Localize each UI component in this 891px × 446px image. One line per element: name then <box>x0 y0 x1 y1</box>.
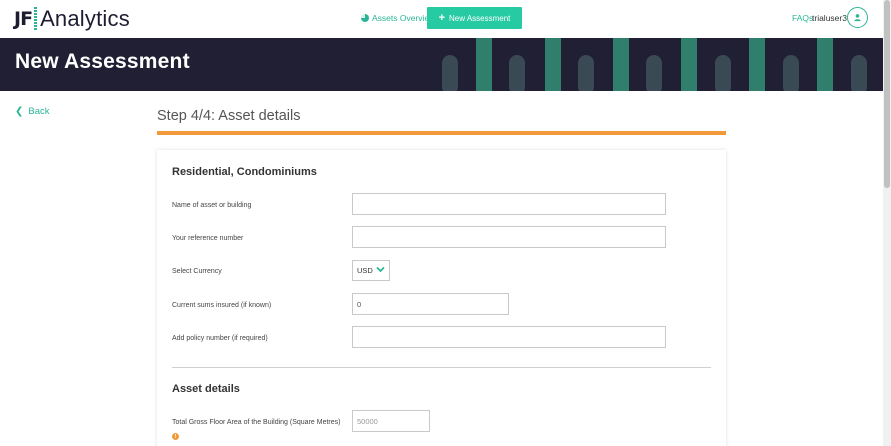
faqs-link[interactable]: FAQs <box>792 13 813 23</box>
back-label: Back <box>28 106 50 117</box>
brand-name: Analytics <box>40 6 130 31</box>
username: trialuser3 <box>812 13 847 23</box>
new-assessment-button[interactable]: + New Assessment <box>427 7 522 29</box>
asset-form-card: Residential, Condominiums Name of asset … <box>157 150 726 446</box>
banner-decoration <box>442 38 867 91</box>
page-scrollbar[interactable] <box>883 0 891 446</box>
reference-number-label: Your reference number <box>172 235 244 242</box>
gross-floor-area-input[interactable]: 50000 <box>352 410 430 432</box>
brand-divider <box>34 7 38 31</box>
asset-name-input[interactable] <box>352 193 666 215</box>
new-assessment-label: New Assessment <box>449 13 511 23</box>
assets-overview-label: Assets Overview <box>372 13 436 23</box>
currency-value: USD <box>357 266 373 275</box>
asset-name-label: Name of asset or building <box>172 202 252 209</box>
sums-insured-label: Current sums insured (if known) <box>172 302 272 309</box>
sums-insured-input[interactable]: 0 <box>352 293 509 315</box>
pie-chart-icon <box>361 14 369 22</box>
policy-number-label: Add policy number (if required) <box>172 335 268 342</box>
back-link[interactable]: ❮ Back <box>15 106 50 117</box>
section-title-asset-details: Asset details <box>172 383 240 395</box>
info-icon[interactable]: ! <box>172 433 179 440</box>
user-avatar[interactable] <box>847 7 868 28</box>
plus-icon: + <box>438 11 446 24</box>
step-title: Step 4/4: Asset details <box>157 108 301 124</box>
reference-number-input[interactable] <box>352 226 666 248</box>
policy-number-input[interactable] <box>352 326 666 348</box>
assets-overview-link[interactable]: Assets Overview <box>361 13 435 23</box>
top-nav: JF Analytics Assets Overview + New Asses… <box>0 0 883 38</box>
brand-logo[interactable]: JF Analytics <box>14 6 130 32</box>
section-divider <box>172 367 711 368</box>
step-progress-fill <box>157 131 726 135</box>
currency-select[interactable]: USD <box>352 260 390 281</box>
page-banner: New Assessment <box>0 38 883 91</box>
step-progress-bar <box>157 131 726 135</box>
brand-initials: JF <box>14 8 33 30</box>
gross-floor-area-label: Total Gross Floor Area of the Building (… <box>172 419 341 426</box>
scrollbar-thumb[interactable] <box>884 0 890 188</box>
currency-label: Select Currency <box>172 268 222 275</box>
banner-title: New Assessment <box>15 50 190 73</box>
chevron-down-icon <box>376 266 385 273</box>
user-icon <box>854 14 861 22</box>
section-title-residential: Residential, Condominiums <box>172 166 317 178</box>
chevron-left-icon: ❮ <box>15 106 24 117</box>
